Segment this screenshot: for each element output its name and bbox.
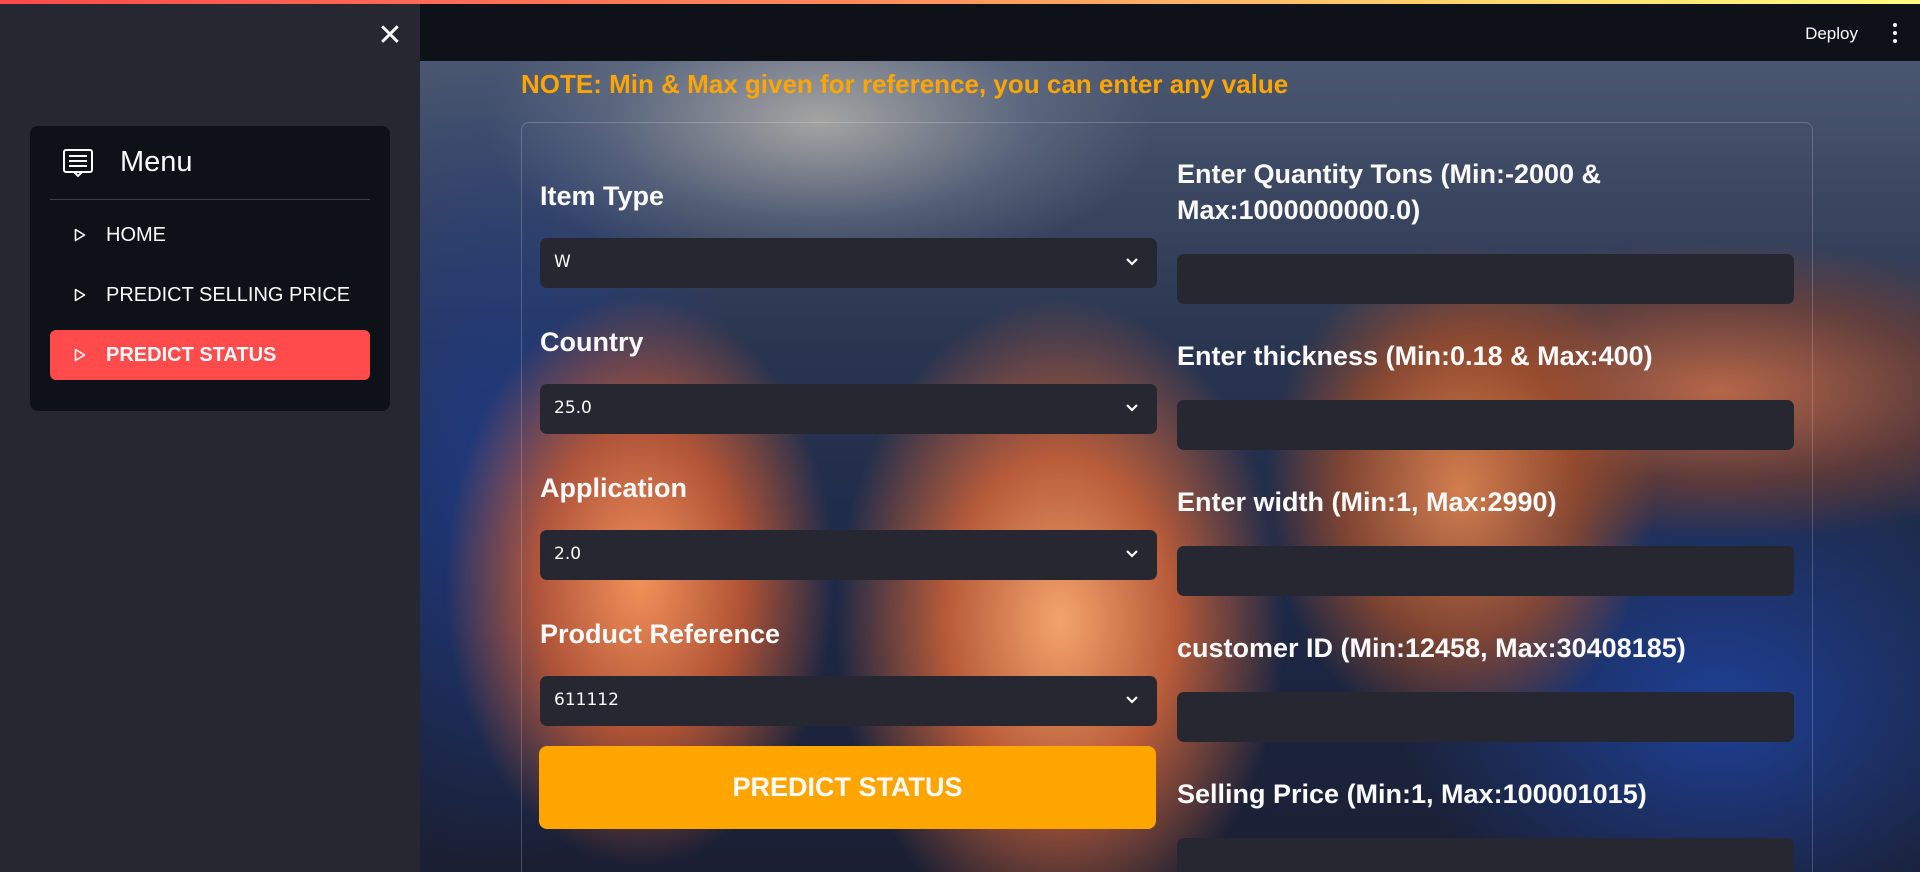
width-label: Enter width (Min:1, Max:2990) — [1177, 487, 1557, 517]
chevron-down-icon — [1126, 258, 1138, 266]
chevron-down-icon — [1126, 404, 1138, 412]
item-type-select[interactable]: W — [540, 238, 1157, 288]
sidebar-item-label: PREDICT STATUS — [106, 343, 277, 366]
deploy-button[interactable]: Deploy — [1805, 24, 1858, 44]
product-reference-label: Product Reference — [540, 619, 781, 649]
width-input[interactable] — [1177, 546, 1794, 596]
customer-id-label: customer ID (Min:12458, Max:30408185) — [1177, 633, 1686, 663]
customer-id-input[interactable] — [1177, 692, 1794, 742]
country-label: Country — [540, 327, 644, 357]
product-reference-select[interactable]: 611112 — [540, 676, 1157, 726]
reference-note: NOTE: Min & Max given for reference, you… — [521, 69, 1289, 99]
thickness-label: Enter thickness (Min:0.18 & Max:400) — [1177, 341, 1653, 371]
sidebar-item-predict-selling-price[interactable]: PREDICT SELLING PRICE — [50, 270, 370, 320]
main-content: NOTE: Min & Max given for reference, you… — [420, 61, 1920, 872]
item-type-value: W — [554, 252, 571, 272]
country-value: 25.0 — [554, 398, 592, 418]
sidebar-item-predict-status[interactable]: PREDICT STATUS — [50, 330, 370, 380]
top-decoration-stripe — [0, 0, 1920, 4]
app-header: Deploy — [420, 4, 1920, 61]
play-outline-icon — [74, 348, 86, 362]
chevron-down-icon — [1126, 696, 1138, 704]
thickness-input[interactable] — [1177, 400, 1794, 450]
sidebar-item-home[interactable]: HOME — [50, 210, 370, 260]
predict-status-button[interactable]: PREDICT STATUS — [539, 746, 1156, 829]
sidebar-item-label: PREDICT SELLING PRICE — [106, 283, 351, 306]
application-value: 2.0 — [554, 544, 582, 564]
country-select[interactable]: 25.0 — [540, 384, 1157, 434]
play-outline-icon — [74, 228, 86, 242]
application-select[interactable]: 2.0 — [540, 530, 1157, 580]
chevron-down-icon — [1126, 550, 1138, 558]
selling-price-input[interactable] — [1177, 838, 1794, 872]
menu-header: Menu — [50, 126, 370, 200]
close-icon[interactable]: ✕ — [376, 21, 404, 51]
sidebar-item-label: HOME — [106, 223, 166, 246]
menu-title: Menu — [120, 146, 193, 178]
menu-list-icon — [63, 148, 93, 177]
sidebar: ✕ Menu HOME PREDICT SELLING PRICE PREDIC… — [0, 0, 420, 872]
nav-menu: Menu HOME PREDICT SELLING PRICE PREDICT … — [30, 126, 390, 411]
quantity-tons-label: Enter Quantity Tons (Min:-2000 & Max:100… — [1177, 159, 1602, 225]
quantity-tons-input[interactable] — [1177, 254, 1794, 304]
selling-price-label: Selling Price (Min:1, Max:100001015) — [1177, 779, 1647, 809]
kebab-menu-icon[interactable] — [1890, 23, 1900, 47]
play-outline-icon — [74, 288, 86, 302]
product-reference-value: 611112 — [554, 690, 619, 710]
item-type-label: Item Type — [540, 181, 665, 211]
application-label: Application — [540, 473, 687, 503]
